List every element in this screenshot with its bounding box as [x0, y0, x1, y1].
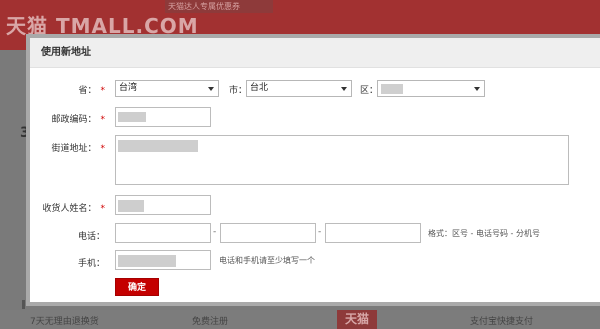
contact-hint: 电话和手机请至少填写一个: [219, 256, 315, 265]
mobile-input[interactable]: [115, 250, 211, 270]
postcode-label: 邮政编码： *: [51, 115, 106, 125]
phone-format-hint: 格式：区号 - 电话号码 - 分机号: [428, 229, 540, 238]
dialog-title: 使用新地址: [30, 38, 600, 68]
confirm-button[interactable]: 确定: [115, 278, 159, 296]
district-value-redacted: [381, 84, 403, 94]
phone-separator: -: [318, 227, 322, 237]
footer-item-pay: 支付宝快捷支付: [470, 317, 534, 327]
street-value-redacted: [118, 140, 198, 152]
required-mark: *: [100, 204, 106, 214]
mobile-value-redacted: [118, 255, 176, 267]
city-value: 台北: [250, 83, 269, 93]
city-label: 市：: [229, 86, 248, 96]
footer-divider: [22, 300, 25, 309]
province-select[interactable]: 台湾: [115, 80, 219, 97]
street-label: 街道地址： *: [51, 144, 106, 154]
footer-item-register: 免费注册: [192, 317, 229, 327]
new-address-dialog: 使用新地址 省： * 台湾 市： 台北 区： 邮政编码： * 街道地址： * 收货人姓…: [26, 34, 600, 306]
receiver-label: 收货人姓名： *: [42, 204, 106, 214]
chevron-down-icon: [474, 87, 480, 91]
receiver-value-redacted: [118, 200, 144, 212]
chevron-down-icon: [208, 87, 214, 91]
required-mark: *: [100, 86, 106, 96]
required-mark: *: [100, 144, 106, 154]
phone-number-input[interactable]: [220, 223, 316, 243]
mobile-label: 手机：: [77, 259, 105, 269]
phone-label: 电话：: [77, 232, 105, 242]
receiver-input[interactable]: [115, 195, 211, 215]
district-label: 区：: [360, 86, 379, 96]
province-label: 省： *: [78, 86, 106, 96]
city-select[interactable]: 台北: [246, 80, 352, 97]
postcode-value-redacted: [118, 112, 146, 122]
street-textarea[interactable]: [115, 135, 569, 185]
province-value: 台湾: [119, 83, 138, 93]
postcode-input[interactable]: [115, 107, 211, 127]
required-mark: *: [100, 115, 106, 125]
chevron-down-icon: [341, 87, 347, 91]
header-banner: 天猫达人专属优惠券: [165, 0, 273, 13]
footer-item-return: 7天无理由退换货: [30, 317, 99, 327]
footer-logo: 天猫: [337, 310, 377, 329]
district-select[interactable]: [377, 80, 485, 97]
phone-separator: -: [213, 227, 217, 237]
phone-extension-input[interactable]: [325, 223, 421, 243]
phone-area-code-input[interactable]: [115, 223, 211, 243]
